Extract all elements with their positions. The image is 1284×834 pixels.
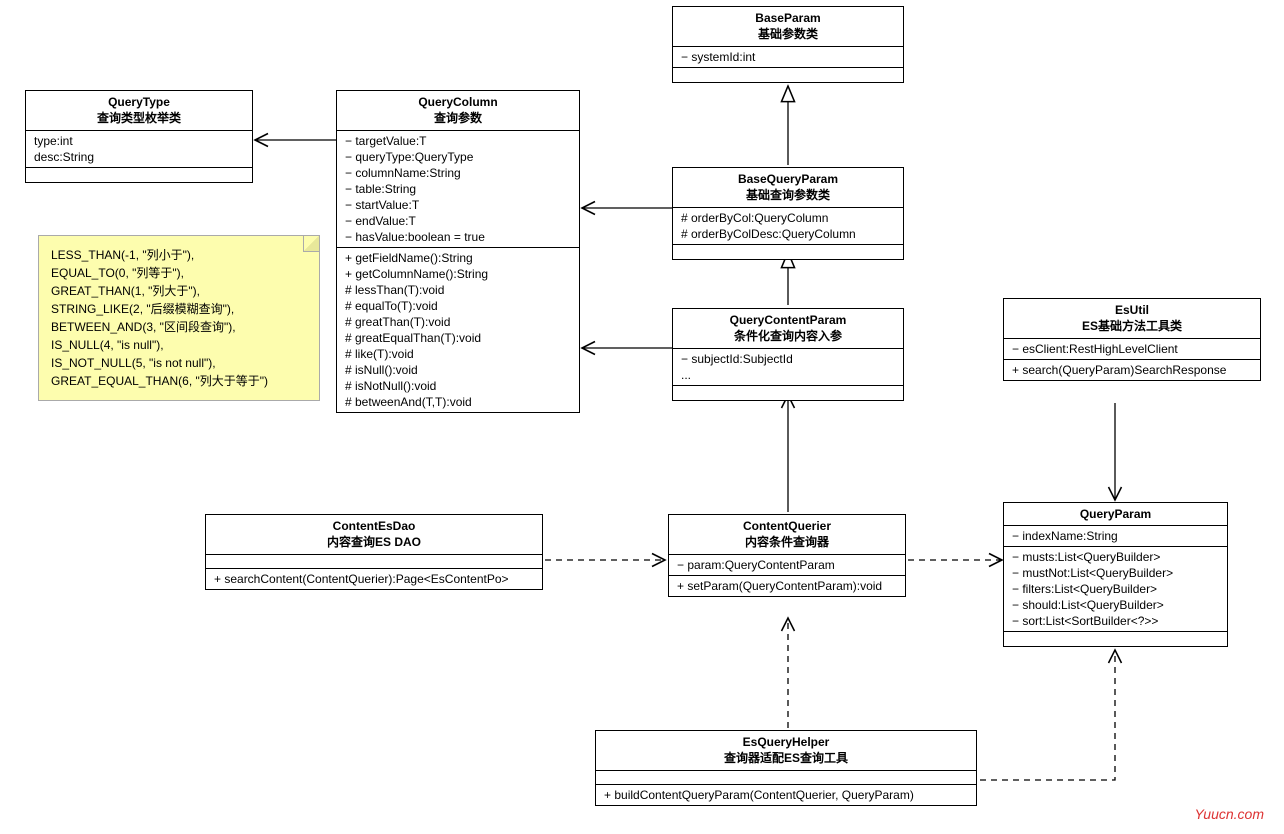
class-baseparam: BaseParam基础参数类 − systemId:int <box>672 6 904 83</box>
class-queryparam: QueryParam − indexName:String − musts:Li… <box>1003 502 1228 647</box>
class-querytype: QueryType查询类型枚举类 type:intdesc:String <box>25 90 253 183</box>
watermark: Yuucn.com <box>1194 806 1264 822</box>
enum-note: LESS_THAN(-1, "列小于"),EQUAL_TO(0, "列等于"),… <box>38 235 320 401</box>
class-querycontentparam: QueryContentParam条件化查询内容入参 − subjectId:S… <box>672 308 904 401</box>
class-querycolumn: QueryColumn查询参数 − targetValue:T− queryTy… <box>336 90 580 413</box>
class-esqueryhelper: EsQueryHelper查询器适配ES查询工具 + buildContentQ… <box>595 730 977 806</box>
class-contentesdao: ContentEsDao内容查询ES DAO + searchContent(C… <box>205 514 543 590</box>
class-contentquerier: ContentQuerier内容条件查询器 − param:QueryConte… <box>668 514 906 597</box>
class-basequeryparam: BaseQueryParam基础查询参数类 # orderByCol:Query… <box>672 167 904 260</box>
class-esutil: EsUtilES基础方法工具类 − esClient:RestHighLevel… <box>1003 298 1261 381</box>
